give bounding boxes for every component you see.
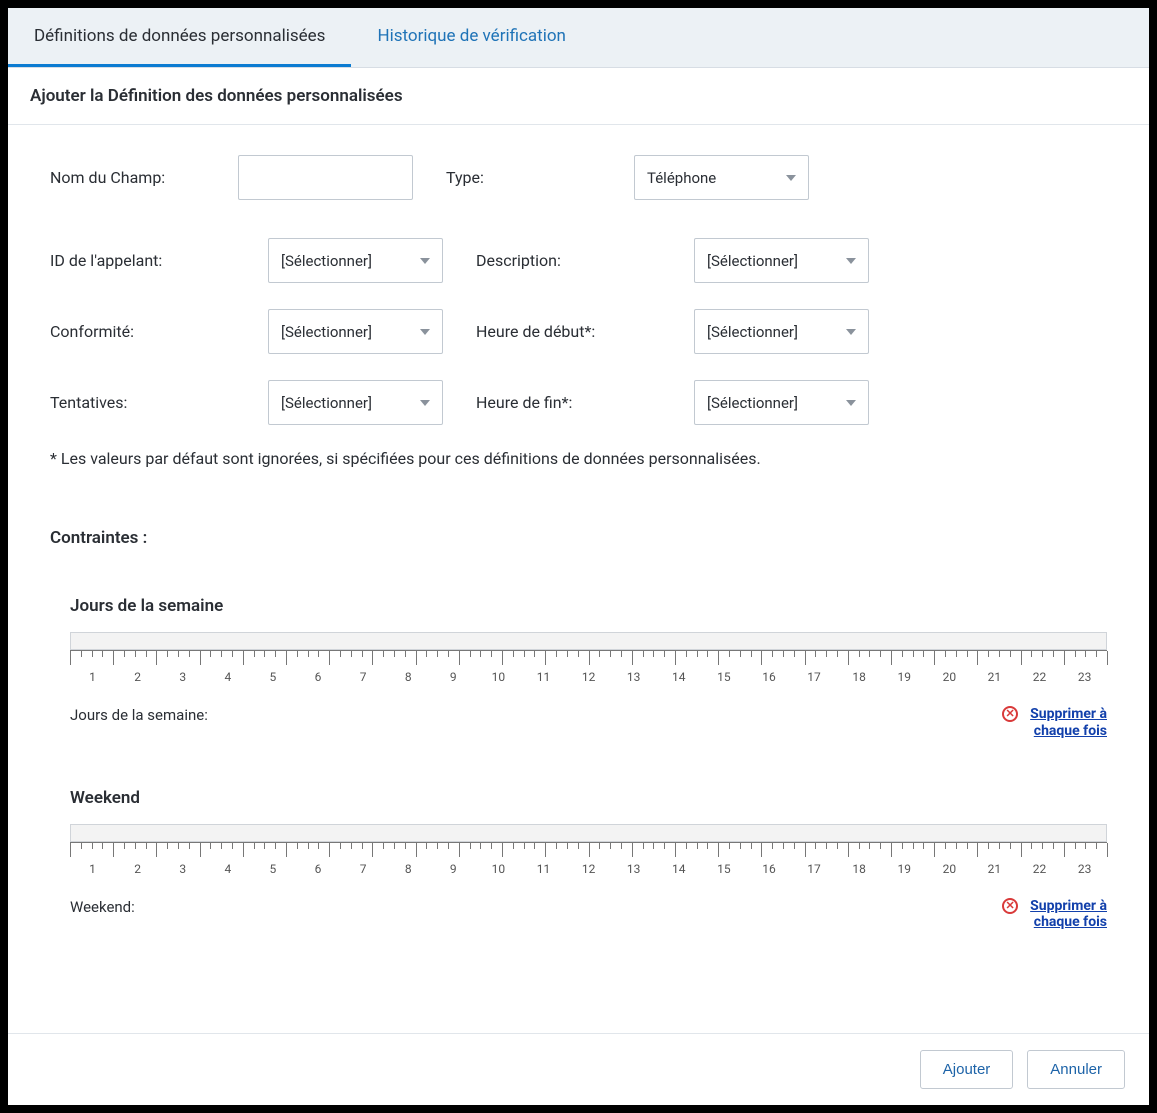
content-area: Nom du Champ: Type: Téléphone ID de l'ap… — [8, 125, 1149, 1033]
caller-id-value: [Sélectionner] — [281, 252, 372, 270]
weekend-delete-link[interactable]: Supprimer àchaque fois — [1030, 898, 1107, 932]
description-label: Description: — [476, 251, 666, 270]
constraints-heading: Contraintes : — [50, 528, 1107, 548]
chevron-down-icon — [846, 400, 856, 406]
weekend-foot-label: Weekend: — [70, 898, 135, 916]
chevron-down-icon — [420, 258, 430, 264]
compliance-label: Conformité: — [50, 322, 240, 341]
weekend-slider[interactable] — [70, 824, 1107, 842]
top-field-grid: Nom du Champ: Type: Téléphone — [50, 155, 1107, 200]
compliance-select[interactable]: [Sélectionner] — [268, 309, 443, 354]
chevron-down-icon — [846, 329, 856, 335]
delete-icon[interactable]: ✕ — [1002, 706, 1018, 722]
chevron-down-icon — [846, 258, 856, 264]
tab-custom-data-definitions[interactable]: Définitions de données personnalisées — [8, 8, 351, 67]
type-select-value: Téléphone — [647, 169, 716, 187]
attempts-select[interactable]: [Sélectionner] — [268, 380, 443, 425]
weekdays-hour-labels: 1234567891011121314151617181920212223 — [70, 670, 1107, 684]
description-value: [Sélectionner] — [707, 252, 798, 270]
app-window: Définitions de données personnalisées Hi… — [8, 8, 1149, 1105]
weekdays-slider[interactable] — [70, 632, 1107, 650]
page-title: Ajouter la Définition des données person… — [8, 68, 1149, 125]
weekend-heading: Weekend — [70, 788, 1107, 808]
tab-bar: Définitions de données personnalisées Hi… — [8, 8, 1149, 68]
type-select[interactable]: Téléphone — [634, 155, 809, 200]
weekend-ruler — [70, 842, 1107, 858]
compliance-value: [Sélectionner] — [281, 323, 372, 341]
chevron-down-icon — [420, 329, 430, 335]
add-button[interactable]: Ajouter — [920, 1050, 1014, 1089]
attempts-label: Tentatives: — [50, 393, 240, 412]
description-select[interactable]: [Sélectionner] — [694, 238, 869, 283]
chevron-down-icon — [786, 175, 796, 181]
delete-icon[interactable]: ✕ — [1002, 898, 1018, 914]
field-name-label: Nom du Champ: — [50, 168, 210, 187]
weekend-delete-group: ✕ Supprimer àchaque fois — [1002, 898, 1107, 932]
weekdays-foot-label: Jours de la semaine: — [70, 706, 208, 724]
type-label: Type: — [446, 168, 606, 187]
start-time-value: [Sélectionner] — [707, 323, 798, 341]
end-time-value: [Sélectionner] — [707, 394, 798, 412]
footer-bar: Ajouter Annuler — [8, 1033, 1149, 1105]
caller-id-select[interactable]: [Sélectionner] — [268, 238, 443, 283]
weekend-hour-labels: 1234567891011121314151617181920212223 — [70, 862, 1107, 876]
footnote-text: * Les valeurs par défaut sont ignorées, … — [50, 449, 1107, 468]
end-time-select[interactable]: [Sélectionner] — [694, 380, 869, 425]
caller-id-label: ID de l'appelant: — [50, 251, 240, 270]
weekdays-delete-link[interactable]: Supprimer àchaque fois — [1030, 706, 1107, 740]
start-time-label: Heure de début*: — [476, 322, 666, 341]
start-time-select[interactable]: [Sélectionner] — [694, 309, 869, 354]
attempts-value: [Sélectionner] — [281, 394, 372, 412]
weekdays-heading: Jours de la semaine — [70, 596, 1107, 616]
field-name-input[interactable] — [238, 155, 413, 200]
end-time-label: Heure de fin*: — [476, 393, 666, 412]
cancel-button[interactable]: Annuler — [1027, 1050, 1125, 1089]
weekdays-block: Jours de la semaine 12345678910111213141… — [50, 596, 1107, 740]
weekdays-ruler — [70, 650, 1107, 666]
weekdays-delete-group: ✕ Supprimer àchaque fois — [1002, 706, 1107, 740]
weekend-block: Weekend 12345678910111213141516171819202… — [50, 788, 1107, 932]
chevron-down-icon — [420, 400, 430, 406]
tab-verification-history[interactable]: Historique de vérification — [351, 8, 592, 67]
property-grid: ID de l'appelant: [Sélectionner] Descrip… — [50, 238, 1107, 425]
